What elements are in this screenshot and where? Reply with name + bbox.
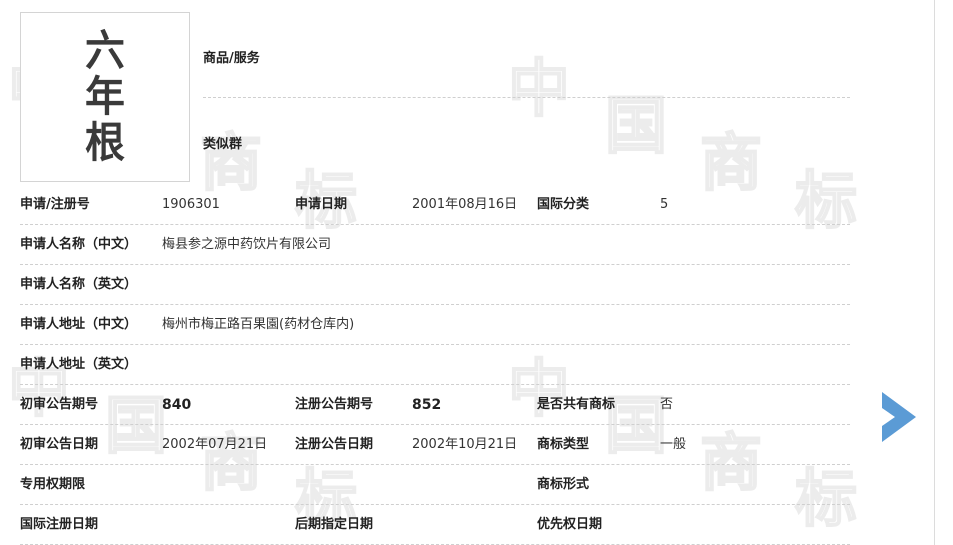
divider [203,97,850,98]
goods-services-label: 商品/服务 [203,51,260,66]
trademark-char: 六 [85,26,125,75]
tm-form-label: 商标形式 [537,477,590,492]
apply-date-label: 申请日期 [295,197,348,212]
reg-no-value: 1906301 [162,197,220,212]
trademark-char: 年 [85,72,125,121]
later-designation-label: 后期指定日期 [295,517,374,532]
reg-date-value: 2002年10月21日 [412,437,518,452]
row-exclusive-period: 专用权期限 商标形式 [20,465,850,505]
row-applicant-cn: 申请人名称（中文） 梅县参之源中药饮片有限公司 [20,225,850,265]
intl-class-value: 5 [660,197,669,212]
apply-date-value: 2001年08月16日 [412,197,518,212]
reg-date-label: 注册公告日期 [295,437,374,452]
address-en-label: 申请人地址（英文） [20,357,138,372]
reg-issue-label: 注册公告期号 [295,397,374,412]
row-address-en: 申请人地址（英文） [20,345,850,385]
applicant-cn-value: 梅县参之源中药饮片有限公司 [162,237,332,252]
row-address-cn: 申请人地址（中文） 梅州市梅正路百果園(药材仓库内) [20,305,850,345]
tm-type-value: 一般 [660,437,687,452]
intl-reg-date-label: 国际注册日期 [20,517,99,532]
row-issue-numbers: 初审公告期号 840 注册公告期号 852 是否共有商标 否 [20,385,850,425]
prelim-issue-value: 840 [162,397,192,413]
applicant-en-label: 申请人名称（英文） [20,277,138,292]
row-issue-dates: 初审公告日期 2002年07月21日 注册公告日期 2002年10月21日 商标… [20,425,850,465]
shared-value: 否 [660,397,674,412]
intl-class-label: 国际分类 [537,197,590,212]
trademark-image[interactable]: 六 年 根 [20,12,190,182]
priority-date-label: 优先权日期 [537,517,603,532]
reg-issue-value: 852 [412,397,442,413]
prelim-date-value: 2002年07月21日 [162,437,268,452]
similar-group-label: 类似群 [203,137,243,152]
address-cn-label: 申请人地址（中文） [20,317,138,332]
row-intl-dates: 国际注册日期 后期指定日期 优先权日期 [20,505,850,545]
prelim-issue-label: 初审公告期号 [20,397,99,412]
exclusive-period-label: 专用权期限 [20,477,86,492]
watermark-char: 中 [507,52,571,125]
address-cn-value: 梅州市梅正路百果園(药材仓库内) [162,317,355,332]
panel-divider [934,0,935,545]
row-applicant-en: 申请人名称（英文） [20,265,850,305]
watermark-char: 国 [604,89,668,162]
reg-no-label: 申请/注册号 [20,197,90,212]
trademark-char: 根 [85,118,125,167]
prelim-date-label: 初审公告日期 [20,437,99,452]
row-registration: 申请/注册号 1906301 申请日期 2001年08月16日 国际分类 5 [20,185,850,225]
shared-label: 是否共有商标 [537,397,616,412]
tm-type-label: 商标类型 [537,437,590,452]
applicant-cn-label: 申请人名称（中文） [20,237,138,252]
chevron-right-icon[interactable] [880,392,916,442]
